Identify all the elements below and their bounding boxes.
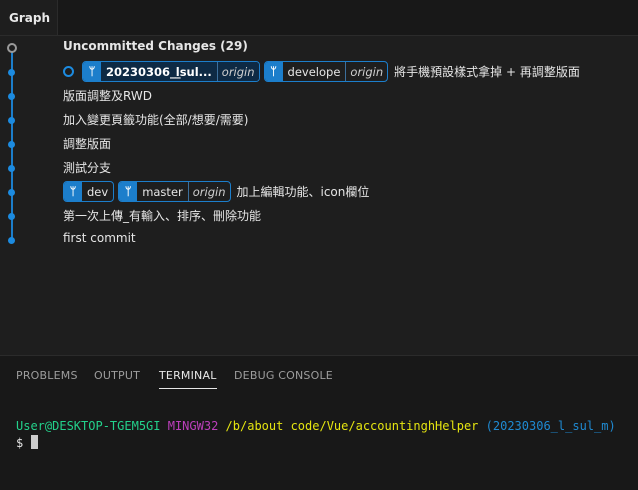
commit-dot-icon: [8, 141, 15, 148]
git-branch-icon: ᛘ: [264, 62, 283, 81]
graph-row-commit[interactable]: 調整版面: [0, 132, 638, 156]
branch-ref-name: master: [142, 184, 183, 199]
branch-ref-remote: origin: [216, 62, 259, 81]
graph-row-uncommitted[interactable]: Uncommitted Changes (29): [0, 36, 638, 60]
graph-row-commit[interactable]: 加入變更頁籤功能(全部/想要/需要): [0, 108, 638, 132]
branch-ref-name: dev: [87, 184, 109, 199]
uncommitted-label: Uncommitted Changes (29): [63, 39, 248, 53]
terminal-prompt-line[interactable]: $: [16, 435, 39, 450]
commit-dot-icon: [8, 165, 15, 172]
git-graph-view: Uncommitted Changes (29) ᛘ 20230306_l̲su…: [0, 36, 638, 356]
branch-ref-dev[interactable]: ᛘ dev: [63, 181, 115, 202]
commit-dot-icon: [8, 237, 15, 244]
commit-message: 加入變更頁籤功能(全部/想要/需要): [63, 113, 249, 127]
editor-tabbar: Graph: [0, 0, 638, 36]
graph-row-commit[interactable]: 第一次上傳_有輸入、排序、刪除功能: [0, 204, 638, 228]
commit-dot-icon: [8, 69, 15, 76]
commit-dot-icon: [8, 189, 15, 196]
commit-dot-icon: [8, 93, 15, 100]
graph-row-dev[interactable]: ᛘ dev ᛘ master origin 加上編輯功能、icon欄位: [0, 180, 638, 204]
commit-dot-icon: [8, 213, 15, 220]
tab-problems[interactable]: PROBLEMS: [16, 369, 78, 382]
tab-output[interactable]: OUTPUT: [94, 369, 140, 382]
commit-message: 第一次上傳_有輸入、排序、刪除功能: [63, 209, 262, 223]
terminal-user: User@DESKTOP-TGEM5GI: [16, 419, 161, 433]
terminal-prompt: $: [16, 436, 24, 450]
uncommitted-dot-icon: [7, 43, 17, 53]
terminal-system: MINGW32: [167, 419, 219, 433]
branch-ref-remote: origin: [187, 182, 230, 201]
terminal-branch: (20230306_l̲sul̲m): [485, 419, 616, 433]
commit-message: 調整版面: [63, 137, 112, 151]
graph-row-commit[interactable]: 測試分支: [0, 156, 638, 180]
commit-message: 加上編輯功能、icon欄位: [236, 185, 370, 199]
graph-row-commit[interactable]: 版面調整及RWD: [0, 84, 638, 108]
branch-ref-develope[interactable]: ᛘ develope origin: [263, 61, 389, 82]
branch-ref-current[interactable]: ᛘ 20230306_l̲sul... origin: [82, 61, 260, 82]
commit-message: 測試分支: [63, 161, 112, 175]
commit-message: 將手機預設樣式拿掉 + 再調整版面: [394, 65, 580, 79]
branch-ref-name: develope: [287, 64, 341, 79]
commit-message: first commit: [63, 231, 136, 245]
branch-ref-name: 20230306_l̲sul...: [101, 62, 217, 81]
terminal-path: /b/about code/Vue/accountinghHelper: [225, 419, 479, 433]
tab-terminal[interactable]: TERMINAL: [159, 369, 217, 389]
git-branch-icon: ᛘ: [119, 182, 138, 201]
branch-ref-master[interactable]: ᛘ master origin: [118, 181, 231, 202]
terminal-cursor: [31, 435, 39, 449]
panel-tabs: PROBLEMS OUTPUT TERMINAL DEBUG CONSOLE: [0, 356, 638, 392]
branch-ref-remote: origin: [345, 62, 387, 81]
commit-message: 版面調整及RWD: [63, 89, 152, 103]
tab-debug-console[interactable]: DEBUG CONSOLE: [234, 369, 333, 382]
tab-graph[interactable]: Graph: [0, 0, 58, 35]
graph-row-commit[interactable]: first commit: [0, 228, 638, 252]
tab-graph-label: Graph: [9, 10, 50, 25]
graph-row-head[interactable]: ᛘ 20230306_l̲sul... origin ᛘ develope or…: [0, 60, 638, 84]
head-indicator-icon: [63, 66, 74, 77]
git-branch-icon: ᛘ: [83, 62, 101, 81]
git-branch-icon: ᛘ: [64, 182, 82, 201]
commit-dot-icon: [8, 117, 15, 124]
bottom-panel: PROBLEMS OUTPUT TERMINAL DEBUG CONSOLE U…: [0, 355, 638, 490]
terminal-output-line: User@DESKTOP-TGEM5GI MINGW32 /b/about co…: [16, 419, 616, 433]
